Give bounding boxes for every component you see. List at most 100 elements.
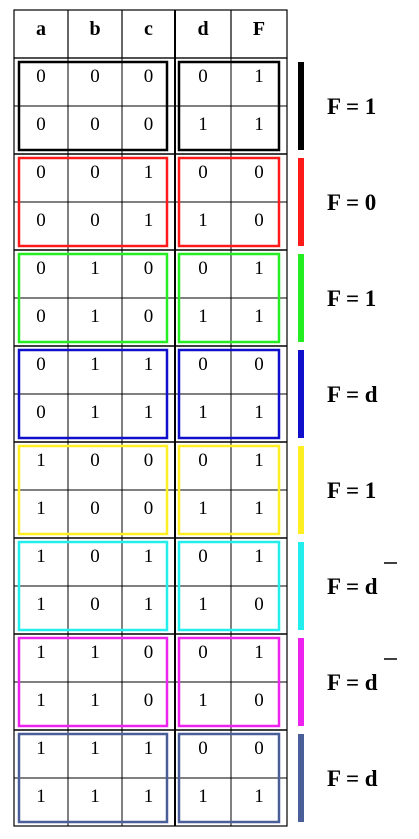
table-cell: 0: [144, 258, 154, 279]
table-cell: 1: [36, 738, 46, 759]
table-cell: 0: [198, 546, 208, 567]
table-cell: 0: [36, 258, 46, 279]
table-cell: 1: [254, 66, 264, 87]
table-cell: 1: [254, 258, 264, 279]
group-color-bar: [298, 542, 304, 630]
table-cell: 1: [90, 786, 100, 807]
table-cell: 1: [90, 402, 100, 423]
table-cell: 1: [90, 642, 100, 663]
column-header-d: d: [197, 18, 208, 40]
table-cell: 1: [198, 690, 208, 711]
group-result: F = d: [327, 382, 378, 407]
table-cell: 1: [90, 690, 100, 711]
table-cell: 0: [36, 402, 46, 423]
table-cell: 1: [198, 786, 208, 807]
group-result: F = 0: [327, 190, 376, 215]
table-cell: 1: [254, 402, 264, 423]
group-color-bar: [298, 734, 304, 822]
table-cell: 1: [254, 450, 264, 471]
table-cell: 0: [254, 210, 264, 231]
table-cell: 0: [254, 162, 264, 183]
table-cell: 0: [90, 450, 100, 471]
table-cell: 1: [198, 210, 208, 231]
group-result: F = d: [327, 574, 378, 599]
column-header-a: a: [36, 18, 46, 40]
table-cell: 0: [90, 210, 100, 231]
group-color-bar: [298, 350, 304, 438]
table-cell: 1: [36, 450, 46, 471]
table-cell: 1: [144, 210, 154, 231]
table-cell: 0: [198, 738, 208, 759]
table-cell: 0: [144, 306, 154, 327]
group-result: F = 1: [327, 286, 376, 311]
table-cell: 0: [36, 354, 46, 375]
column-header-F: F: [253, 18, 265, 40]
table-cell: 0: [36, 306, 46, 327]
group-result: F = 1: [327, 478, 376, 503]
table-cell: 1: [198, 498, 208, 519]
table-cell: 0: [36, 114, 46, 135]
group-result: F = d: [327, 766, 378, 791]
table-cell: 0: [36, 210, 46, 231]
table-cell: 1: [254, 786, 264, 807]
table-cell: 1: [90, 354, 100, 375]
group-color-bar: [298, 62, 304, 150]
table-cell: 1: [198, 114, 208, 135]
table-cell: 1: [198, 306, 208, 327]
table-cell: 0: [254, 690, 264, 711]
table-cell: 1: [144, 546, 154, 567]
table-cell: 1: [36, 786, 46, 807]
table-cell: 0: [90, 498, 100, 519]
column-header-c: c: [144, 18, 153, 40]
table-cell: 0: [90, 114, 100, 135]
table-cell: 0: [254, 738, 264, 759]
table-cell: 1: [198, 594, 208, 615]
table-cell: 0: [90, 594, 100, 615]
table-cell: 1: [254, 114, 264, 135]
group-color-bar: [298, 254, 304, 342]
table-cell: 1: [144, 594, 154, 615]
table-cell: 1: [144, 786, 154, 807]
table-cell: 0: [144, 114, 154, 135]
table-cell: 1: [36, 498, 46, 519]
column-header-b: b: [89, 18, 100, 40]
table-cell: 0: [36, 162, 46, 183]
table-cell: 0: [144, 66, 154, 87]
table-cell: 1: [36, 690, 46, 711]
table-cell: 1: [254, 498, 264, 519]
table-cell: 0: [198, 258, 208, 279]
group-color-bar: [298, 638, 304, 726]
truth-table-diagram: a b c d F 0 0 0 0 1 0 0 0 1 1 0 0 1 0 0 0 0 1 1 0 0 1 0 0 1 0 1 0 1 1 0 1 1 0 0…: [13, 9, 397, 827]
table-cell: 0: [90, 546, 100, 567]
group-color-bar: [298, 446, 304, 534]
table-cell: 0: [90, 162, 100, 183]
table-cell: 1: [254, 306, 264, 327]
table-cell: 1: [36, 594, 46, 615]
table-cell: 0: [198, 450, 208, 471]
table-cell: 0: [144, 498, 154, 519]
table-cell: 1: [254, 642, 264, 663]
table-cell: 1: [144, 162, 154, 183]
table-cell: 0: [198, 66, 208, 87]
table-cell: 0: [144, 450, 154, 471]
group-color-bar: [298, 158, 304, 246]
table-cell: 0: [36, 66, 46, 87]
table-cell: 1: [144, 354, 154, 375]
table-cell: 1: [144, 402, 154, 423]
table-cell: 0: [144, 642, 154, 663]
table-cell: 1: [254, 546, 264, 567]
group-result: F = d: [327, 670, 378, 695]
table-cell: 0: [198, 354, 208, 375]
table-cell: 0: [198, 162, 208, 183]
table-cell: 0: [90, 66, 100, 87]
table-cell: 0: [198, 642, 208, 663]
group-result: F = 1: [327, 94, 376, 119]
table-cell: 0: [254, 594, 264, 615]
table-cell: 1: [36, 546, 46, 567]
table-cell: 0: [254, 354, 264, 375]
table-cell: 1: [90, 258, 100, 279]
table-cell: 0: [144, 690, 154, 711]
table-cell: 1: [90, 306, 100, 327]
table-cell: 1: [198, 402, 208, 423]
table-cell: 1: [36, 642, 46, 663]
